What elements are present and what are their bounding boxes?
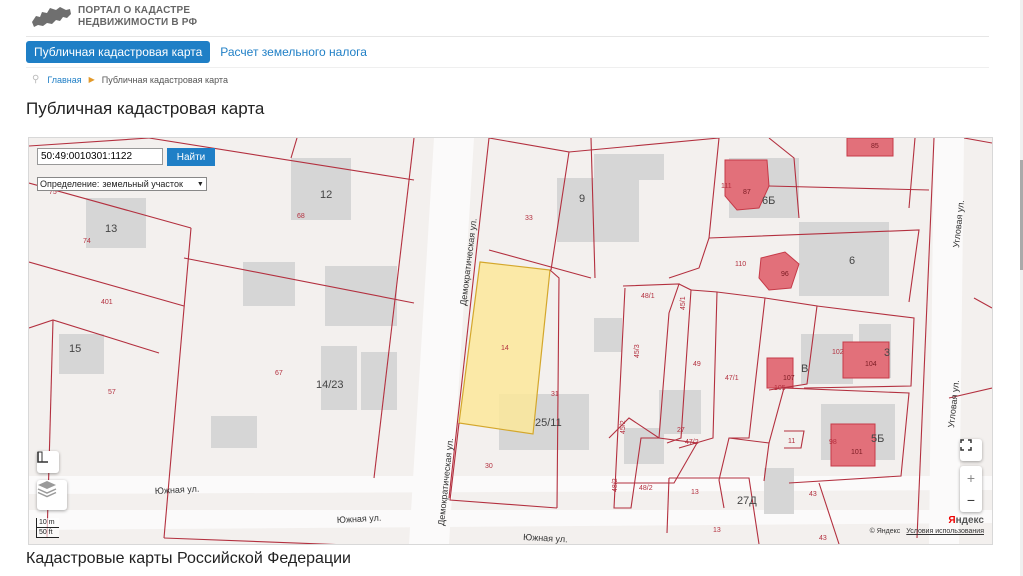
russia-map-icon xyxy=(32,7,71,27)
building-label: 6 xyxy=(849,255,855,267)
building-label: 27Д xyxy=(737,495,757,507)
main-nav: Публичная кадастровая карта Расчет земел… xyxy=(26,41,367,63)
parcel-label: 110 xyxy=(735,261,746,268)
ruler-icon xyxy=(37,451,48,463)
zoom-in-button[interactable]: + xyxy=(967,467,975,489)
copyright-text: © Яндекс xyxy=(869,528,901,535)
logo-text: ПОРТАЛ О КАДАСТРЕ НЕДВИЖИМОСТИ В РФ xyxy=(78,5,197,29)
parcel-label: 48/1 xyxy=(641,293,655,300)
definition-label: Определение: xyxy=(40,179,100,189)
cadastral-number-input[interactable] xyxy=(37,148,163,165)
parcel-label: 14 xyxy=(501,345,509,352)
logo-line-1: ПОРТАЛ О КАДАСТРЕ xyxy=(78,5,191,16)
nav-land-tax[interactable]: Расчет земельного налога xyxy=(220,45,367,59)
breadcrumb-home[interactable]: Главная xyxy=(47,75,81,85)
parcel-label: 43 xyxy=(819,535,827,542)
scale-meters: 10 m xyxy=(36,518,59,528)
chevron-down-icon: ▼ xyxy=(196,180,204,188)
parcel-label: 48/2 xyxy=(612,478,619,492)
parcel-label: 111 xyxy=(721,183,732,190)
parcel-label: 96 xyxy=(781,271,789,278)
cadastral-map[interactable]: 12 13 15 14/23 9 25/11 6Б 6 3 В 5Б 27Д 6… xyxy=(28,137,993,545)
building-label: 13 xyxy=(105,223,117,235)
building-label: 14/23 xyxy=(316,379,344,391)
parcel-label: 104 xyxy=(865,361,877,368)
ruler-button[interactable] xyxy=(37,451,59,473)
parcel-label: 105 xyxy=(774,385,786,392)
parcel-label: 101 xyxy=(851,449,863,456)
street-label: Южная ул. xyxy=(523,532,568,544)
parcel-label: 401 xyxy=(101,299,113,306)
yandex-logo[interactable]: Яндекс xyxy=(948,515,984,526)
yandex-logo-y: Я xyxy=(948,515,956,526)
parcel-label: 102 xyxy=(832,349,844,356)
parcel-label: 48/2 xyxy=(639,485,653,492)
scale-feet: 50 ft xyxy=(36,528,59,538)
parcel-label: 45/3 xyxy=(634,344,641,358)
divider xyxy=(26,36,989,37)
parcel-label: 33 xyxy=(525,215,533,222)
building-label: 12 xyxy=(320,189,332,201)
parcel-label: 74 xyxy=(83,238,91,245)
fullscreen-button[interactable] xyxy=(960,439,982,461)
breadcrumb: ⚲ Главная ▶ Публичная кадастровая карта xyxy=(32,74,228,85)
parcel-label: 45/1 xyxy=(680,296,687,310)
parcel-label: 85 xyxy=(871,143,879,150)
yandex-logo-text: ндекс xyxy=(955,515,984,526)
building-label: 9 xyxy=(579,193,585,205)
parcel-label: 98 xyxy=(829,439,837,446)
parcel-label: 13 xyxy=(691,489,699,496)
terms-link[interactable]: Условия использования xyxy=(906,528,984,535)
definition-value: земельный участок xyxy=(102,179,183,189)
parcel-label: 13 xyxy=(713,527,721,534)
breadcrumb-arrow-icon: ▶ xyxy=(88,75,95,84)
location-pin-icon: ⚲ xyxy=(32,74,40,85)
parcel-label: 45/2 xyxy=(620,420,627,434)
fullscreen-icon xyxy=(960,439,972,451)
parcel-label: 47/2 xyxy=(685,439,699,446)
zoom-control: + − xyxy=(960,466,982,512)
section-title: Кадастровые карты Российской Федерации xyxy=(26,550,351,567)
street-label: Южная ул. xyxy=(155,484,200,496)
building-label: В xyxy=(801,363,808,375)
parcel-label: 68 xyxy=(297,213,305,220)
parcel-label: 87 xyxy=(743,189,751,196)
find-button[interactable]: Найти xyxy=(167,148,215,166)
building-label: 25/11 xyxy=(535,417,562,429)
parcel-label: 43 xyxy=(809,491,817,498)
building-label: 3 xyxy=(884,347,890,359)
parcel-label: 47/1 xyxy=(725,375,739,382)
definition-select[interactable]: Определение: земельный участок ▼ xyxy=(37,177,207,191)
divider xyxy=(26,67,989,68)
page-title: Публичная кадастровая карта xyxy=(26,99,265,118)
site-logo[interactable]: ПОРТАЛ О КАДАСТРЕ НЕДВИЖИМОСТИ В РФ xyxy=(30,0,197,34)
map-scale: 10 m 50 ft xyxy=(36,518,59,538)
parcel-label: 27 xyxy=(677,427,685,434)
layers-icon xyxy=(37,481,57,498)
breadcrumb-current: Публичная кадастровая карта xyxy=(101,74,228,85)
building-label: 15 xyxy=(69,343,81,355)
parcel-label: 57 xyxy=(108,389,116,396)
layers-button[interactable] xyxy=(37,480,67,510)
logo-line-2: НЕДВИЖИМОСТИ В РФ xyxy=(78,17,198,28)
nav-cadastral-map[interactable]: Публичная кадастровая карта xyxy=(26,41,211,63)
building-label: 6Б xyxy=(762,195,775,207)
parcel-label: 30 xyxy=(485,463,493,470)
map-canvas[interactable]: 12 13 15 14/23 9 25/11 6Б 6 3 В 5Б 27Д 6… xyxy=(29,138,992,544)
building-label: 5Б xyxy=(871,433,884,445)
parcel-label: 31 xyxy=(551,391,559,398)
cadastral-search: Найти xyxy=(37,148,215,166)
map-copyright: © Яндекс Условия использования xyxy=(870,528,984,535)
parcel-label: 49 xyxy=(693,361,701,368)
parcel-label: 107 xyxy=(783,375,795,382)
zoom-out-button[interactable]: − xyxy=(967,489,975,511)
parcel-label: 67 xyxy=(275,370,283,377)
parcel-label: 11 xyxy=(788,438,795,445)
